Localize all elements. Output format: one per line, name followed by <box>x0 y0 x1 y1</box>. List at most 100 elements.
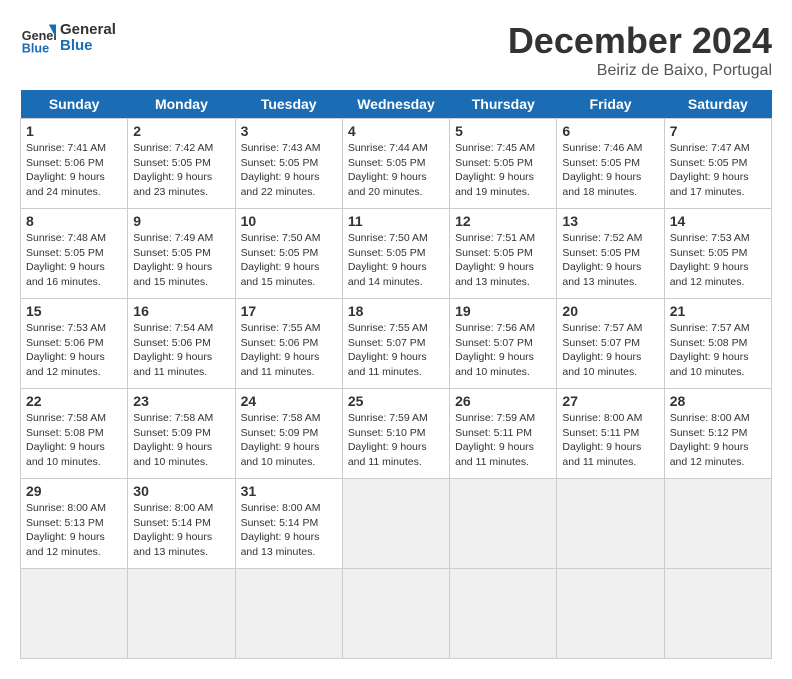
day-cell: 15 Sunrise: 7:53 AM Sunset: 5:06 PM Dayl… <box>21 299 128 389</box>
day-number: 17 <box>241 303 337 319</box>
day-number: 23 <box>133 393 229 409</box>
day-info: Sunrise: 7:51 AM Sunset: 5:05 PM Dayligh… <box>455 231 551 290</box>
daylight-label: Daylight: 9 hours and 14 minutes. <box>348 261 427 288</box>
day-info: Sunrise: 7:58 AM Sunset: 5:08 PM Dayligh… <box>26 411 122 470</box>
day-cell: 9 Sunrise: 7:49 AM Sunset: 5:05 PM Dayli… <box>128 209 235 299</box>
sunset-label: Sunset: 5:11 PM <box>562 427 639 439</box>
day-info: Sunrise: 7:44 AM Sunset: 5:05 PM Dayligh… <box>348 141 444 200</box>
day-info: Sunrise: 7:50 AM Sunset: 5:05 PM Dayligh… <box>241 231 337 290</box>
day-info: Sunrise: 7:45 AM Sunset: 5:05 PM Dayligh… <box>455 141 551 200</box>
logo: General Blue General Blue <box>20 20 116 56</box>
logo-icon: General Blue <box>20 20 56 56</box>
day-info: Sunrise: 8:00 AM Sunset: 5:12 PM Dayligh… <box>670 411 766 470</box>
sunset-label: Sunset: 5:14 PM <box>133 517 211 529</box>
sunset-label: Sunset: 5:10 PM <box>348 427 426 439</box>
sunrise-label: Sunrise: 7:46 AM <box>562 142 642 154</box>
sunset-label: Sunset: 5:05 PM <box>241 247 319 259</box>
daylight-label: Daylight: 9 hours and 13 minutes. <box>133 531 212 558</box>
sunrise-label: Sunrise: 7:52 AM <box>562 232 642 244</box>
sunset-label: Sunset: 5:05 PM <box>133 157 211 169</box>
day-info: Sunrise: 7:48 AM Sunset: 5:05 PM Dayligh… <box>26 231 122 290</box>
day-cell: 1 Sunrise: 7:41 AM Sunset: 5:06 PM Dayli… <box>21 119 128 209</box>
day-cell: 11 Sunrise: 7:50 AM Sunset: 5:05 PM Dayl… <box>342 209 449 299</box>
sunrise-label: Sunrise: 7:57 AM <box>562 322 642 334</box>
day-cell: 14 Sunrise: 7:53 AM Sunset: 5:05 PM Dayl… <box>664 209 771 299</box>
day-info: Sunrise: 7:42 AM Sunset: 5:05 PM Dayligh… <box>133 141 229 200</box>
day-info: Sunrise: 8:00 AM Sunset: 5:14 PM Dayligh… <box>241 501 337 560</box>
day-number: 19 <box>455 303 551 319</box>
daylight-label: Daylight: 9 hours and 13 minutes. <box>562 261 641 288</box>
day-number: 24 <box>241 393 337 409</box>
day-number: 11 <box>348 213 444 229</box>
daylight-label: Daylight: 9 hours and 11 minutes. <box>562 441 641 468</box>
empty-cell <box>21 569 128 659</box>
sunrise-label: Sunrise: 7:55 AM <box>241 322 321 334</box>
day-number: 18 <box>348 303 444 319</box>
day-info: Sunrise: 7:57 AM Sunset: 5:08 PM Dayligh… <box>670 321 766 380</box>
sunrise-label: Sunrise: 8:00 AM <box>562 412 642 424</box>
sunrise-label: Sunrise: 7:55 AM <box>348 322 428 334</box>
day-info: Sunrise: 8:00 AM Sunset: 5:14 PM Dayligh… <box>133 501 229 560</box>
sunrise-label: Sunrise: 7:50 AM <box>348 232 428 244</box>
sunset-label: Sunset: 5:05 PM <box>562 247 640 259</box>
day-info: Sunrise: 7:53 AM Sunset: 5:05 PM Dayligh… <box>670 231 766 290</box>
day-cell: 31 Sunrise: 8:00 AM Sunset: 5:14 PM Dayl… <box>235 479 342 569</box>
day-cell: 5 Sunrise: 7:45 AM Sunset: 5:05 PM Dayli… <box>450 119 557 209</box>
calendar-body: 1 Sunrise: 7:41 AM Sunset: 5:06 PM Dayli… <box>21 119 772 659</box>
sunrise-label: Sunrise: 7:59 AM <box>455 412 535 424</box>
sunrise-label: Sunrise: 7:53 AM <box>26 322 106 334</box>
sunrise-label: Sunrise: 8:00 AM <box>670 412 750 424</box>
sunset-label: Sunset: 5:07 PM <box>562 337 640 349</box>
col-wednesday: Wednesday <box>342 90 449 119</box>
day-cell: 6 Sunrise: 7:46 AM Sunset: 5:05 PM Dayli… <box>557 119 664 209</box>
empty-cell <box>450 569 557 659</box>
daylight-label: Daylight: 9 hours and 10 minutes. <box>133 441 212 468</box>
day-number: 7 <box>670 123 766 139</box>
sunset-label: Sunset: 5:05 PM <box>348 247 426 259</box>
empty-cell <box>557 479 664 569</box>
daylight-label: Daylight: 9 hours and 11 minutes. <box>348 441 427 468</box>
sunset-label: Sunset: 5:12 PM <box>670 427 748 439</box>
day-info: Sunrise: 7:55 AM Sunset: 5:07 PM Dayligh… <box>348 321 444 380</box>
sunset-label: Sunset: 5:09 PM <box>241 427 319 439</box>
calendar-row <box>21 569 772 659</box>
day-info: Sunrise: 7:47 AM Sunset: 5:05 PM Dayligh… <box>670 141 766 200</box>
col-monday: Monday <box>128 90 235 119</box>
day-number: 2 <box>133 123 229 139</box>
col-tuesday: Tuesday <box>235 90 342 119</box>
day-cell: 30 Sunrise: 8:00 AM Sunset: 5:14 PM Dayl… <box>128 479 235 569</box>
sunrise-label: Sunrise: 7:54 AM <box>133 322 213 334</box>
day-cell: 8 Sunrise: 7:48 AM Sunset: 5:05 PM Dayli… <box>21 209 128 299</box>
col-friday: Friday <box>557 90 664 119</box>
sunrise-label: Sunrise: 7:48 AM <box>26 232 106 244</box>
day-info: Sunrise: 7:53 AM Sunset: 5:06 PM Dayligh… <box>26 321 122 380</box>
sunrise-label: Sunrise: 7:44 AM <box>348 142 428 154</box>
empty-cell <box>342 569 449 659</box>
day-number: 25 <box>348 393 444 409</box>
month-title: December 2024 <box>508 20 772 62</box>
day-cell: 18 Sunrise: 7:55 AM Sunset: 5:07 PM Dayl… <box>342 299 449 389</box>
sunrise-label: Sunrise: 7:58 AM <box>241 412 321 424</box>
day-cell: 4 Sunrise: 7:44 AM Sunset: 5:05 PM Dayli… <box>342 119 449 209</box>
calendar-table: Sunday Monday Tuesday Wednesday Thursday… <box>20 90 772 659</box>
sunrise-label: Sunrise: 8:00 AM <box>133 502 213 514</box>
day-number: 13 <box>562 213 658 229</box>
daylight-label: Daylight: 9 hours and 15 minutes. <box>241 261 320 288</box>
day-info: Sunrise: 7:50 AM Sunset: 5:05 PM Dayligh… <box>348 231 444 290</box>
day-cell: 2 Sunrise: 7:42 AM Sunset: 5:05 PM Dayli… <box>128 119 235 209</box>
sunset-label: Sunset: 5:11 PM <box>455 427 532 439</box>
day-number: 12 <box>455 213 551 229</box>
day-info: Sunrise: 7:52 AM Sunset: 5:05 PM Dayligh… <box>562 231 658 290</box>
sunset-label: Sunset: 5:05 PM <box>670 247 748 259</box>
day-info: Sunrise: 7:49 AM Sunset: 5:05 PM Dayligh… <box>133 231 229 290</box>
day-number: 26 <box>455 393 551 409</box>
day-info: Sunrise: 7:58 AM Sunset: 5:09 PM Dayligh… <box>133 411 229 470</box>
empty-cell <box>664 479 771 569</box>
day-cell: 24 Sunrise: 7:58 AM Sunset: 5:09 PM Dayl… <box>235 389 342 479</box>
sunset-label: Sunset: 5:09 PM <box>133 427 211 439</box>
calendar-row: 1 Sunrise: 7:41 AM Sunset: 5:06 PM Dayli… <box>21 119 772 209</box>
sunrise-label: Sunrise: 7:51 AM <box>455 232 535 244</box>
sunrise-label: Sunrise: 7:53 AM <box>670 232 750 244</box>
day-info: Sunrise: 7:46 AM Sunset: 5:05 PM Dayligh… <box>562 141 658 200</box>
sunrise-label: Sunrise: 7:43 AM <box>241 142 321 154</box>
